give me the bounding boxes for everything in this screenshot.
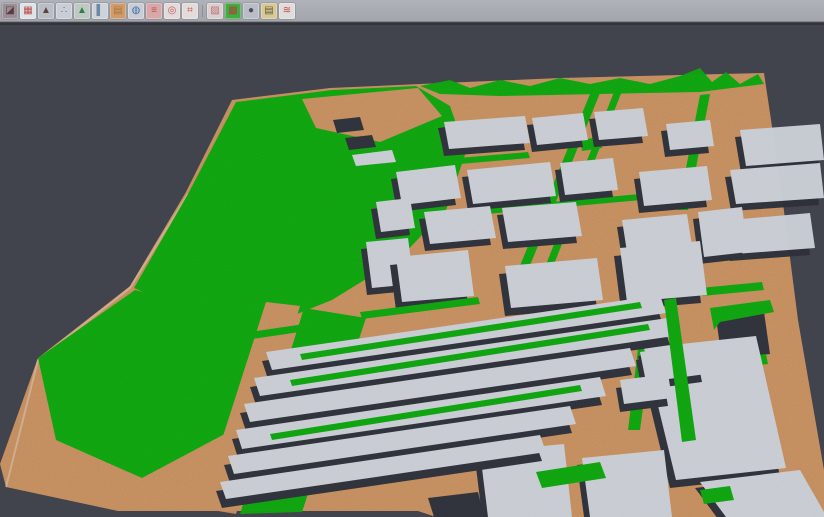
export-flag-icon[interactable]: ≋ xyxy=(279,3,295,19)
application-window: { "toolbar": { "icons": [ {"name":"open-… xyxy=(0,0,824,517)
classified-raster-icon[interactable]: ▩ xyxy=(225,3,241,19)
point-cloud-icon[interactable]: ∴ xyxy=(56,3,72,19)
profile-icon[interactable]: ▌ xyxy=(92,3,108,19)
globe-icon[interactable]: ◍ xyxy=(128,3,144,19)
orthophoto-icon[interactable]: ▤ xyxy=(110,3,126,19)
map-sheet-icon[interactable]: ▤ xyxy=(261,3,277,19)
scene-svg xyxy=(0,25,824,517)
open-data-icon[interactable]: ◪ xyxy=(2,3,18,19)
pick-center-icon[interactable]: ◎ xyxy=(164,3,180,19)
render-sphere-icon[interactable]: ● xyxy=(243,3,259,19)
selection-grid-icon[interactable]: ▨ xyxy=(207,3,223,19)
clip-box-icon[interactable]: ⌗ xyxy=(182,3,198,19)
toolbar-separator xyxy=(199,3,206,19)
red-layers-icon[interactable]: ≡ xyxy=(146,3,162,19)
vegetation-icon[interactable]: ▲ xyxy=(74,3,90,19)
classification-table-icon[interactable]: ▦ xyxy=(20,3,36,19)
terrain-icon[interactable]: ▲ xyxy=(38,3,54,19)
pointcloud-noise-overlay xyxy=(0,25,824,517)
viewport-3d[interactable] xyxy=(0,25,824,517)
main-toolbar: ◪▦▲∴▲▌▤◍≡◎⌗▨▩●▤≋ xyxy=(0,0,824,22)
